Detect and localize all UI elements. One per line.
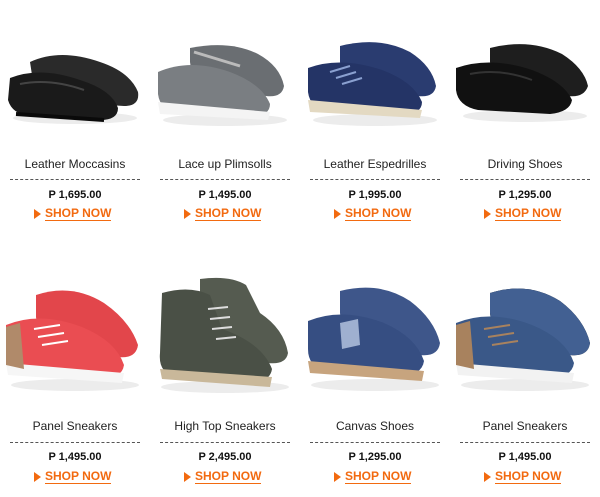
product-card: Canvas Shoes P 1,295.00 SHOP NOW (300, 261, 450, 497)
shop-now-link[interactable]: SHOP NOW (484, 206, 562, 221)
product-name[interactable]: Panel Sneakers (0, 419, 150, 433)
leather-moccasins-image[interactable] (0, 22, 150, 134)
product-price: P 1,995.00 (348, 189, 402, 201)
product-card: Driving Shoes P 1,295.00 SHOP NOW (450, 0, 600, 261)
product-price: P 1,295.00 (348, 451, 402, 463)
product-card: Leather Moccasins P 1,695.00 SHOP NOW (0, 0, 150, 261)
dashed-divider (160, 442, 290, 443)
play-arrow-icon (334, 209, 341, 219)
shop-now-label: SHOP NOW (495, 469, 562, 484)
product-price: P 1,295.00 (498, 189, 552, 201)
play-arrow-icon (484, 209, 491, 219)
product-price: P 1,495.00 (198, 189, 252, 201)
dashed-divider (460, 179, 590, 180)
product-price: P 1,695.00 (48, 189, 102, 201)
product-name[interactable]: High Top Sneakers (150, 419, 300, 433)
dashed-divider (310, 179, 440, 180)
shop-now-label: SHOP NOW (345, 206, 412, 221)
dashed-divider (10, 442, 140, 443)
shop-now-link[interactable]: SHOP NOW (334, 206, 412, 221)
product-price: P 2,495.00 (198, 451, 252, 463)
product-price: P 1,495.00 (48, 451, 102, 463)
play-arrow-icon (184, 209, 191, 219)
shop-now-label: SHOP NOW (345, 469, 412, 484)
shop-now-link[interactable]: SHOP NOW (34, 469, 112, 484)
product-name[interactable]: Driving Shoes (450, 157, 600, 171)
canvas-shoes-image[interactable] (300, 273, 450, 397)
dashed-divider (160, 179, 290, 180)
dashed-divider (10, 179, 140, 180)
play-arrow-icon (34, 209, 41, 219)
shop-now-label: SHOP NOW (45, 469, 112, 484)
product-name[interactable]: Panel Sneakers (450, 419, 600, 433)
shop-now-link[interactable]: SHOP NOW (184, 469, 262, 484)
shop-now-link[interactable]: SHOP NOW (34, 206, 112, 221)
dashed-divider (310, 442, 440, 443)
shop-now-link[interactable]: SHOP NOW (184, 206, 262, 221)
product-card: Panel Sneakers P 1,495.00 SHOP NOW (450, 261, 600, 497)
play-arrow-icon (184, 472, 191, 482)
shop-now-link[interactable]: SHOP NOW (334, 469, 412, 484)
high-top-sneakers-image[interactable] (150, 273, 300, 397)
product-name[interactable]: Leather Moccasins (0, 157, 150, 171)
product-card: Panel Sneakers P 1,495.00 SHOP NOW (0, 261, 150, 497)
product-name[interactable]: Leather Espedrilles (300, 157, 450, 171)
play-arrow-icon (34, 472, 41, 482)
shop-now-link[interactable]: SHOP NOW (484, 469, 562, 484)
dashed-divider (460, 442, 590, 443)
play-arrow-icon (334, 472, 341, 482)
product-grid: Leather Moccasins P 1,695.00 SHOP NOW La… (0, 0, 600, 497)
driving-shoes-image[interactable] (450, 22, 600, 134)
product-name[interactable]: Canvas Shoes (300, 419, 450, 433)
plimsolls-image[interactable] (150, 22, 300, 134)
product-card: High Top Sneakers P 2,495.00 SHOP NOW (150, 261, 300, 497)
shop-now-label: SHOP NOW (45, 206, 112, 221)
shop-now-label: SHOP NOW (495, 206, 562, 221)
shop-now-label: SHOP NOW (195, 469, 262, 484)
product-card: Lace up Plimsolls P 1,495.00 SHOP NOW (150, 0, 300, 261)
product-card: Leather Espedrilles P 1,995.00 SHOP NOW (300, 0, 450, 261)
blue-sneakers-image[interactable] (450, 273, 600, 397)
product-price: P 1,495.00 (498, 451, 552, 463)
play-arrow-icon (484, 472, 491, 482)
espadrilles-image[interactable] (300, 22, 450, 134)
product-name[interactable]: Lace up Plimsolls (150, 157, 300, 171)
shop-now-label: SHOP NOW (195, 206, 262, 221)
red-sneakers-image[interactable] (0, 273, 150, 397)
